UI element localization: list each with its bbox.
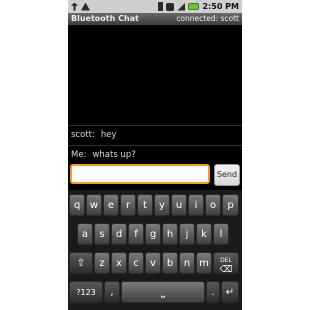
key-s[interactable]: s	[94, 223, 110, 245]
key-c[interactable]: c	[128, 252, 144, 274]
signal-icon	[177, 2, 186, 11]
key-x[interactable]: x	[111, 252, 127, 274]
key-k[interactable]: k	[196, 223, 212, 245]
enter-key[interactable]: ↵	[221, 281, 239, 303]
delete-key[interactable]: DEL ⌫	[213, 252, 239, 275]
key-y[interactable]: y	[154, 194, 170, 216]
key-comma[interactable]: ,	[104, 281, 120, 303]
key-m[interactable]: m	[196, 252, 212, 274]
soft-keyboard: q w e r t y u i o p a s d f g h j k l ⇧ …	[68, 190, 242, 310]
key-z[interactable]: z	[94, 252, 110, 274]
key-h[interactable]: h	[162, 223, 178, 245]
space-icon: ⎵	[161, 287, 165, 298]
bluetooth-icon	[158, 2, 164, 11]
sync-icon	[166, 2, 175, 11]
key-v[interactable]: v	[145, 252, 161, 274]
battery-icon	[188, 3, 200, 10]
message-item: scott: hey	[68, 130, 242, 140]
message-divider	[68, 145, 242, 146]
key-d[interactable]: d	[111, 223, 127, 245]
key-u[interactable]: u	[171, 194, 187, 216]
key-e[interactable]: e	[103, 194, 119, 216]
message-text: whats up?	[92, 150, 136, 160]
composer: Send	[68, 162, 242, 188]
title-bar: Bluetooth Chat connected: scott	[68, 13, 242, 25]
key-q[interactable]: q	[69, 194, 85, 216]
usb-icon	[71, 2, 78, 11]
key-i[interactable]: i	[188, 194, 204, 216]
status-bar: 2:50 PM	[68, 0, 242, 13]
key-r[interactable]: r	[120, 194, 136, 216]
key-o[interactable]: o	[205, 194, 221, 216]
key-w[interactable]: w	[86, 194, 102, 216]
delete-label: DEL	[220, 257, 232, 264]
enter-icon: ↵	[225, 287, 235, 298]
message-input[interactable]	[70, 164, 210, 184]
space-key[interactable]: ⎵	[121, 281, 205, 303]
warning-icon	[81, 2, 90, 11]
symbols-key[interactable]: ?123	[69, 281, 103, 303]
message-sender: scott:	[71, 130, 95, 140]
key-g[interactable]: g	[145, 223, 161, 245]
backspace-icon: ⌫	[219, 265, 233, 275]
shift-icon: ⇧	[76, 258, 86, 269]
app-title: Bluetooth Chat	[71, 14, 139, 23]
send-button[interactable]: Send	[214, 164, 240, 186]
key-j[interactable]: j	[179, 223, 195, 245]
key-p[interactable]: p	[222, 194, 239, 216]
key-n[interactable]: n	[179, 252, 195, 274]
clock: 2:50 PM	[202, 2, 239, 11]
message-item: Me: whats up?	[68, 150, 242, 160]
message-divider	[68, 125, 242, 126]
shift-key[interactable]: ⇧	[69, 252, 93, 274]
message-text: hey	[100, 130, 117, 140]
connection-status: connected: scott	[176, 14, 239, 23]
key-period[interactable]: .	[206, 281, 220, 303]
key-b[interactable]: b	[162, 252, 178, 274]
key-f[interactable]: f	[128, 223, 144, 245]
key-t[interactable]: t	[137, 194, 153, 216]
message-sender: Me:	[71, 150, 87, 160]
key-l[interactable]: l	[213, 223, 229, 245]
key-a[interactable]: a	[77, 223, 93, 245]
phone-screen: 2:50 PM Bluetooth Chat connected: scott …	[68, 0, 242, 310]
